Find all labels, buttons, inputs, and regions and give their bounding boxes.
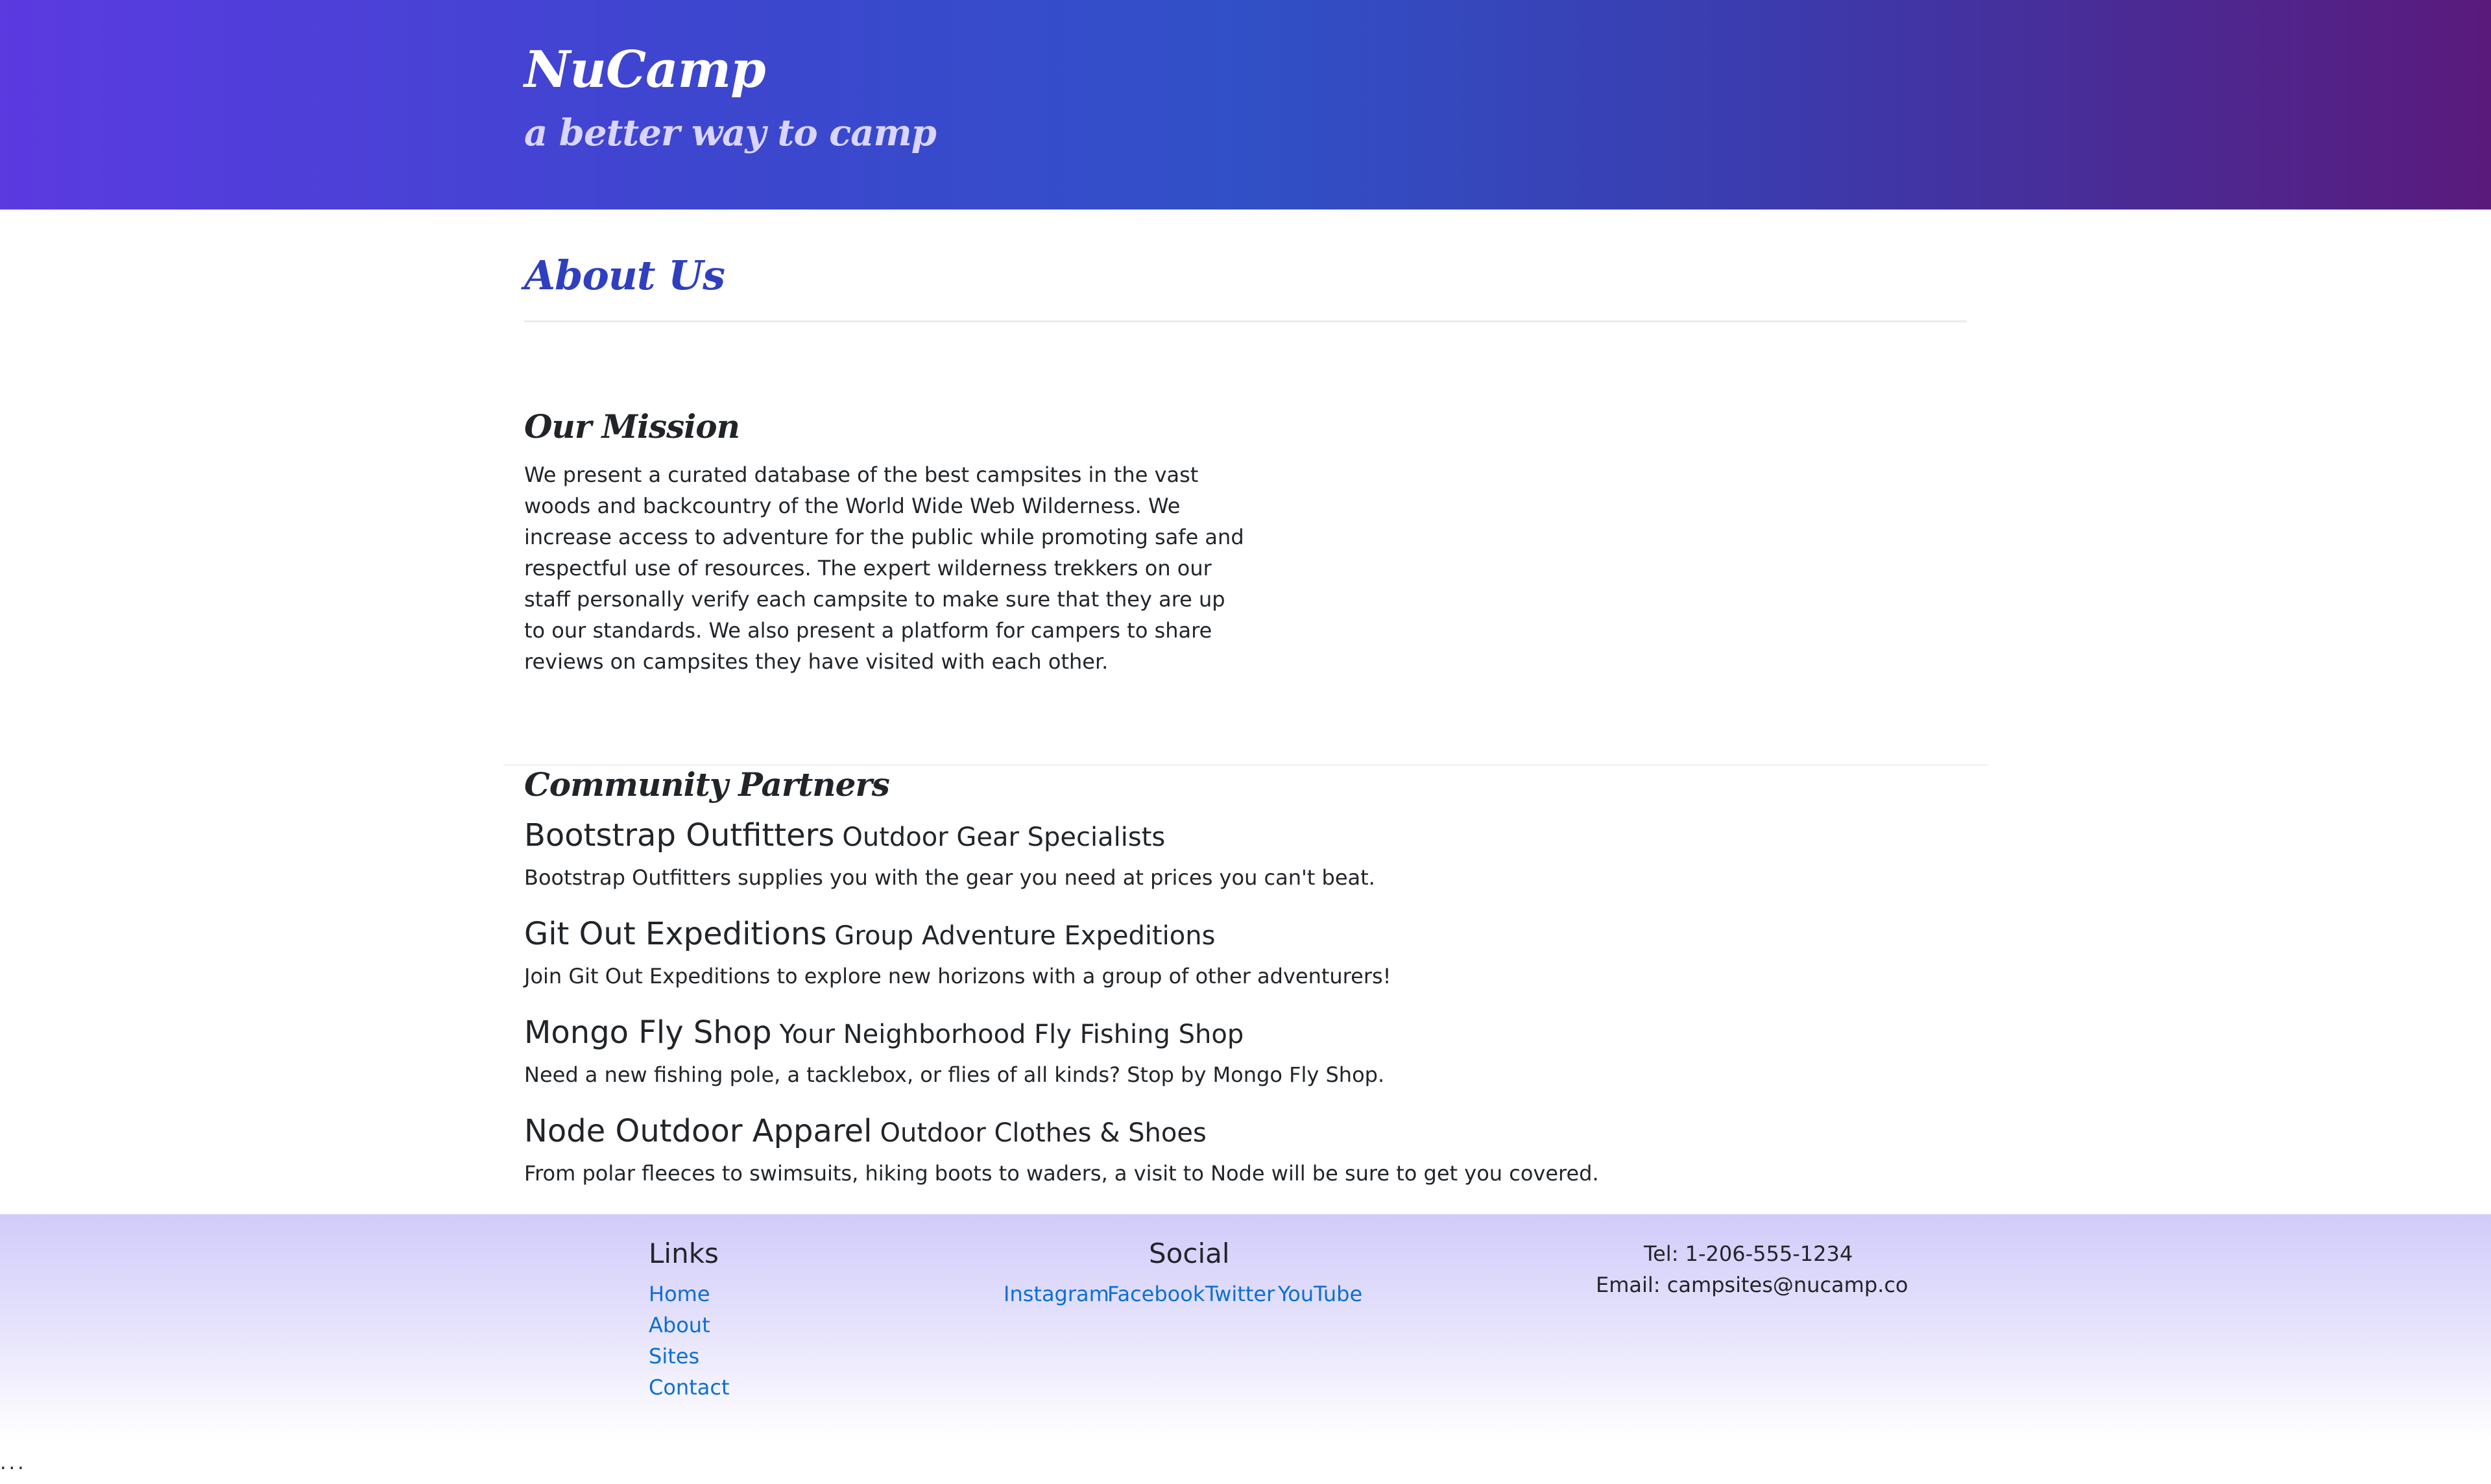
partner-tagline: Outdoor Gear Specialists	[842, 822, 1166, 852]
partner-item: Node Outdoor Apparel Outdoor Clothes & Sh…	[524, 1110, 2341, 1188]
footer-links-heading: Links	[649, 1238, 719, 1269]
partner-tagline: Outdoor Clothes & Shoes	[880, 1118, 1207, 1148]
partner-item: Mongo Fly Shop Your Neighborhood Fly Fish…	[524, 1012, 2341, 1089]
footer-link-sites[interactable]: Sites	[649, 1344, 699, 1369]
partners-heading: Community Partners	[524, 765, 890, 804]
trailing-ellipsis: ...	[0, 1452, 27, 1474]
social-link-facebook[interactable]: Facebook	[1107, 1282, 1205, 1306]
heading-divider	[524, 320, 1967, 322]
social-link-instagram[interactable]: Instagram	[1004, 1282, 1109, 1306]
page-title: About Us	[524, 252, 725, 299]
partner-description: Bootstrap Outfitters supplies you with t…	[524, 865, 1375, 890]
partner-item: Bootstrap Outfitters Outdoor Gear Special…	[524, 815, 2341, 892]
mission-text: We present a curated database of the bes…	[524, 462, 1244, 674]
mission-heading: Our Mission	[524, 407, 740, 446]
partner-description: Join Git Out Expeditions to explore new …	[524, 964, 1391, 988]
site-tagline: a better way to camp	[524, 112, 937, 154]
site-footer: Links Home About Sites Contact Social In…	[0, 1214, 2491, 1440]
footer-link-about[interactable]: About	[649, 1313, 710, 1337]
social-link-youtube[interactable]: YouTube	[1278, 1282, 1362, 1306]
partner-name: Bootstrap Outfitters	[524, 817, 835, 854]
partner-description: From polar fleeces to swimsuits, hiking …	[524, 1161, 1599, 1186]
contact-phone: Tel: 1-206-555-1234	[1644, 1241, 1853, 1266]
site-title: NuCamp	[524, 40, 766, 99]
footer-link-home[interactable]: Home	[649, 1282, 710, 1306]
partner-name: Mongo Fly Shop	[524, 1014, 772, 1051]
partner-item: Git Out Expeditions Group Adventure Exped…	[524, 913, 2341, 990]
social-link-twitter[interactable]: Twitter	[1205, 1282, 1275, 1306]
partner-tagline: Group Adventure Expeditions	[834, 921, 1216, 951]
footer-link-contact[interactable]: Contact	[649, 1375, 730, 1400]
contact-email: Email: campsites@nucamp.co	[1596, 1273, 1908, 1297]
partner-name: Node Outdoor Apparel	[524, 1113, 872, 1149]
partner-tagline: Your Neighborhood Fly Fishing Shop	[779, 1020, 1244, 1049]
partner-name: Git Out Expeditions	[524, 916, 827, 952]
header-jumbotron: NuCamp a better way to camp	[0, 0, 2491, 209]
footer-social-heading: Social	[1149, 1238, 1230, 1269]
partner-description: Need a new fishing pole, a tacklebox, or…	[524, 1062, 1385, 1087]
